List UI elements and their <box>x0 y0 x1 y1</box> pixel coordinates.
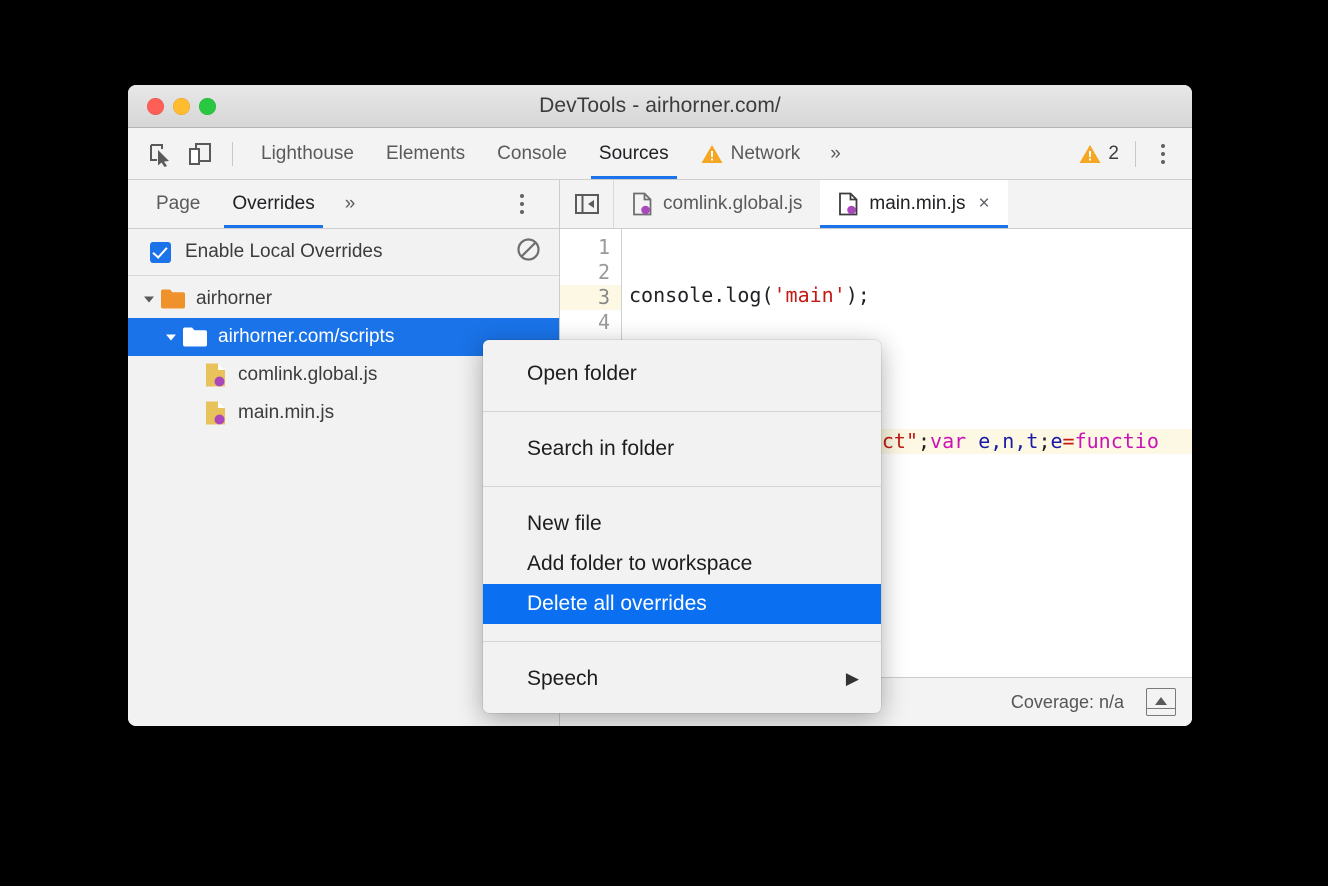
devtools-main-menu-kebab-icon[interactable] <box>1148 144 1178 164</box>
nav-tab-page-label: Page <box>156 193 200 215</box>
line-number: 1 <box>560 235 621 260</box>
nav-more-tabs-button[interactable]: » <box>331 193 370 215</box>
code-token: var <box>930 429 966 453</box>
code-token: e,n,t <box>978 429 1038 453</box>
no-entry-icon[interactable] <box>516 237 541 267</box>
line-number: 2 <box>560 260 621 285</box>
javascript-file-outline-icon <box>838 192 860 216</box>
inspect-element-icon[interactable] <box>140 134 180 174</box>
context-menu-group-4: Speech ▶ <box>483 651 881 707</box>
tab-lighthouse[interactable]: Lighthouse <box>245 128 370 179</box>
context-menu-separator <box>483 641 881 642</box>
devtools-toolbar: Lighthouse Elements Console Sources <box>128 128 1192 180</box>
editor-tabbar: comlink.global.js main.min.js × <box>560 180 1192 229</box>
tab-sources-label: Sources <box>599 143 669 165</box>
context-menu-group-2: Search in folder <box>483 421 881 477</box>
editor-tab-comlink-global-js[interactable]: comlink.global.js <box>614 180 820 228</box>
tab-network[interactable]: Network <box>685 128 817 179</box>
more-panels-button[interactable]: » <box>816 143 855 165</box>
code-token: console.log( <box>629 283 774 307</box>
close-tab-icon[interactable]: × <box>978 193 989 215</box>
code-line-1: console.log('main'); <box>622 283 1192 308</box>
context-menu-item-label: Add folder to workspace <box>527 552 752 576</box>
disclosure-triangle-expanded-icon[interactable] <box>160 330 182 344</box>
window-title: DevTools - airhorner.com/ <box>128 94 1192 118</box>
folder-icon <box>160 288 186 310</box>
context-menu-separator <box>483 411 881 412</box>
warning-triangle-icon <box>1079 144 1101 164</box>
code-token: e <box>1050 429 1062 453</box>
context-menu-item-label: Search in folder <box>527 437 674 461</box>
submenu-arrow-icon: ▶ <box>846 669 859 689</box>
line-number: 3 <box>560 285 621 310</box>
context-menu-item-label: New file <box>527 512 602 536</box>
context-menu-separator <box>483 486 881 487</box>
enable-local-overrides-checkbox[interactable] <box>150 242 171 263</box>
toolbar-divider-right <box>1135 141 1136 167</box>
coverage-label: Coverage: n/a <box>1011 692 1124 713</box>
code-token <box>966 429 978 453</box>
context-menu-item-label: Open folder <box>527 362 637 386</box>
code-token: 'main' <box>774 283 846 307</box>
context-menu-group-3: New file Add folder to workspace Delete … <box>483 496 881 632</box>
context-menu-item-open-folder[interactable]: Open folder <box>483 354 881 394</box>
toolbar-divider <box>232 142 233 166</box>
context-menu-item-delete-all-overrides[interactable]: Delete all overrides <box>483 584 881 624</box>
editor-tab-label: comlink.global.js <box>663 193 802 215</box>
line-number: 4 <box>560 310 621 335</box>
context-menu-item-search-in-folder[interactable]: Search in folder <box>483 429 881 469</box>
panel-tabs: Lighthouse Elements Console Sources <box>245 128 855 179</box>
tree-row-airhorner[interactable]: airhorner <box>128 280 559 318</box>
folder-icon <box>182 326 208 348</box>
tab-network-label: Network <box>731 143 801 165</box>
tab-elements[interactable]: Elements <box>370 128 481 179</box>
navigator-menu-kebab-icon[interactable] <box>507 194 537 214</box>
code-token: = <box>1063 429 1075 453</box>
javascript-file-icon <box>204 362 228 388</box>
javascript-file-icon <box>204 400 228 426</box>
enable-local-overrides-row: Enable Local Overrides <box>128 229 559 276</box>
context-menu-item-label: Speech <box>527 667 598 691</box>
tree-row-label: airhorner.com/scripts <box>218 326 394 348</box>
warning-triangle-icon <box>701 144 723 164</box>
enable-local-overrides-label: Enable Local Overrides <box>185 241 383 263</box>
context-menu-group-1: Open folder <box>483 346 881 402</box>
disclosure-triangle-expanded-icon[interactable] <box>138 292 160 306</box>
warning-count: 2 <box>1108 143 1119 165</box>
editor-tab-label: main.min.js <box>869 193 965 215</box>
tree-row-label: airhorner <box>196 288 272 310</box>
editor-tab-main-min-js[interactable]: main.min.js × <box>820 180 1007 228</box>
device-toolbar-icon[interactable] <box>180 134 220 174</box>
title-bar: DevTools - airhorner.com/ <box>128 85 1192 128</box>
tab-elements-label: Elements <box>386 143 465 165</box>
code-token: functio <box>1075 429 1159 453</box>
collapse-sidebar-icon[interactable] <box>560 180 614 228</box>
devtools-window: DevTools - airhorner.com/ Lighthouse Ele… <box>128 85 1192 726</box>
navigator-tabbar: Page Overrides » <box>128 180 559 229</box>
tab-sources[interactable]: Sources <box>583 128 685 179</box>
context-menu-item-new-file[interactable]: New file <box>483 504 881 544</box>
context-menu: Open folder Search in folder New file Ad… <box>483 340 881 713</box>
tree-row-label: main.min.js <box>238 402 334 424</box>
context-menu-item-speech[interactable]: Speech ▶ <box>483 659 881 699</box>
tree-row-label: comlink.global.js <box>238 364 377 386</box>
show-drawer-icon[interactable] <box>1146 688 1176 716</box>
code-token: ); <box>846 283 870 307</box>
context-menu-item-add-folder-to-workspace[interactable]: Add folder to workspace <box>483 544 881 584</box>
tab-console-label: Console <box>497 143 567 165</box>
javascript-file-outline-icon <box>632 192 654 216</box>
nav-tab-page[interactable]: Page <box>140 180 216 228</box>
issues-warning-counter[interactable]: 2 <box>1079 143 1123 165</box>
code-token: ; <box>918 429 930 453</box>
nav-tab-overrides[interactable]: Overrides <box>216 180 330 228</box>
tab-lighthouse-label: Lighthouse <box>261 143 354 165</box>
nav-tab-overrides-label: Overrides <box>232 193 314 215</box>
context-menu-item-label: Delete all overrides <box>527 592 707 616</box>
tab-console[interactable]: Console <box>481 128 583 179</box>
code-token: ; <box>1038 429 1050 453</box>
